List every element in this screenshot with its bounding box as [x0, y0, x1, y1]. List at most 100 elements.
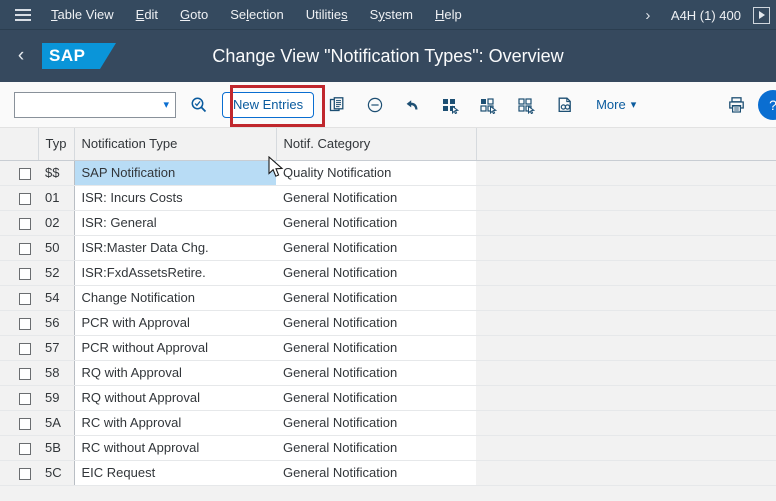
sap-logo[interactable]: SAP	[42, 43, 116, 69]
row-checkbox-cell[interactable]	[12, 360, 38, 386]
row-checkbox[interactable]	[19, 292, 31, 305]
column-header-typ[interactable]: Typ	[38, 128, 75, 161]
select-all-variants-icon[interactable]	[436, 90, 466, 120]
row-checkbox[interactable]	[19, 417, 31, 430]
table-row[interactable]: 59 RQ without Approval General Notificatio…	[0, 385, 776, 411]
row-checkbox-cell[interactable]	[12, 160, 38, 186]
cell-notification-type[interactable]: RQ without Approval	[74, 385, 276, 411]
cell-notification-type[interactable]: EIC Request	[74, 460, 276, 486]
cell-notification-type[interactable]: ISR: General	[74, 210, 276, 236]
play-box-icon[interactable]	[753, 6, 770, 24]
cell-notification-type[interactable]: RQ with Approval	[74, 360, 276, 386]
chevron-right-icon[interactable]: ›	[637, 7, 659, 24]
row-checkbox-cell[interactable]	[12, 335, 38, 361]
menu-item-edit[interactable]: Edit	[125, 0, 169, 30]
cell-typ[interactable]: 5B	[38, 435, 75, 461]
cell-typ[interactable]: 01	[38, 185, 75, 211]
header-select-all[interactable]	[12, 128, 39, 161]
select-some-variants-icon[interactable]	[474, 90, 504, 120]
row-checkbox[interactable]	[19, 267, 31, 280]
help-circle-icon[interactable]: ?	[758, 90, 776, 120]
cell-typ[interactable]: 56	[38, 310, 75, 336]
more-button[interactable]: More ▾	[588, 90, 644, 120]
hamburger-icon[interactable]	[6, 0, 40, 30]
cell-notification-type[interactable]: RC without Approval	[74, 435, 276, 461]
cell-notif-category[interactable]: General Notification	[276, 410, 476, 436]
cell-typ[interactable]: 02	[38, 210, 75, 236]
table-row[interactable]: 5C EIC Request General Notification	[0, 460, 776, 486]
cell-notification-type[interactable]: RC with Approval	[74, 410, 276, 436]
row-checkbox-cell[interactable]	[12, 460, 38, 486]
cell-notification-type[interactable]: ISR: Incurs Costs	[74, 185, 276, 211]
undo-icon[interactable]	[398, 90, 428, 120]
cell-notif-category[interactable]: General Notification	[276, 260, 476, 286]
table-row[interactable]: 52 ISR:FxdAssetsRetire. General Notificati…	[0, 260, 776, 286]
table-row[interactable]: $$ SAP Notification Quality Notification	[0, 160, 776, 186]
row-checkbox[interactable]	[19, 467, 31, 480]
minus-circle-icon[interactable]	[360, 90, 390, 120]
row-checkbox-cell[interactable]	[12, 410, 38, 436]
cell-notification-type[interactable]: SAP Notification	[74, 160, 276, 186]
menu-item-system[interactable]: System	[359, 0, 424, 30]
table-row[interactable]: 02 ISR: General General Notification	[0, 210, 776, 236]
menu-item-goto[interactable]: Goto	[169, 0, 219, 30]
deselect-variants-icon[interactable]	[512, 90, 542, 120]
cell-notif-category[interactable]: General Notification	[276, 335, 476, 361]
cell-typ[interactable]: 59	[38, 385, 75, 411]
cell-notif-category[interactable]: General Notification	[276, 310, 476, 336]
cell-typ[interactable]: $$	[38, 160, 75, 186]
menu-item-utilities[interactable]: Utilities	[295, 0, 359, 30]
row-checkbox[interactable]	[19, 192, 31, 205]
new-entries-button[interactable]: New Entries	[222, 91, 315, 118]
cell-typ[interactable]: 50	[38, 235, 75, 261]
row-checkbox-cell[interactable]	[12, 435, 38, 461]
cell-notification-type[interactable]: ISR:FxdAssetsRetire.	[74, 260, 276, 286]
document-preview-icon[interactable]	[550, 90, 580, 120]
table-row[interactable]: 58 RQ with Approval General Notification	[0, 360, 776, 386]
back-chevron-icon[interactable]: ‹	[0, 30, 42, 82]
cell-typ[interactable]: 58	[38, 360, 75, 386]
row-checkbox-cell[interactable]	[12, 210, 38, 236]
row-checkbox-cell[interactable]	[12, 385, 38, 411]
table-row[interactable]: 5A RC with Approval General Notification	[0, 410, 776, 436]
cell-notif-category[interactable]: General Notification	[276, 460, 476, 486]
row-checkbox[interactable]	[19, 442, 31, 455]
search-check-icon[interactable]	[184, 90, 214, 120]
table-row[interactable]: 01 ISR: Incurs Costs General Notification	[0, 185, 776, 211]
cell-notif-category[interactable]: General Notification	[276, 385, 476, 411]
row-checkbox-cell[interactable]	[12, 260, 38, 286]
table-row[interactable]: 5B RC without Approval General Notificatio…	[0, 435, 776, 461]
row-checkbox-cell[interactable]	[12, 285, 38, 311]
row-checkbox[interactable]	[19, 367, 31, 380]
cell-notification-type[interactable]: ISR:Master Data Chg.	[74, 235, 276, 261]
cell-notif-category[interactable]: General Notification	[276, 185, 476, 211]
cell-notif-category[interactable]: General Notification	[276, 210, 476, 236]
row-checkbox-cell[interactable]	[12, 235, 38, 261]
chevron-down-icon[interactable]: ▾	[163, 98, 169, 111]
row-checkbox-cell[interactable]	[12, 310, 38, 336]
cell-notif-category[interactable]: Quality Notification	[276, 160, 476, 186]
cell-notification-type[interactable]: PCR without Approval	[74, 335, 276, 361]
row-checkbox-cell[interactable]	[12, 185, 38, 211]
cell-typ[interactable]: 52	[38, 260, 75, 286]
cell-typ[interactable]: 54	[38, 285, 75, 311]
cell-notif-category[interactable]: General Notification	[276, 235, 476, 261]
menu-item-help[interactable]: Help	[424, 0, 473, 30]
notification-types-table-container[interactable]: Typ Notification Type Notif. Category $$…	[0, 128, 776, 501]
table-row[interactable]: 57 PCR without Approval General Notificati…	[0, 335, 776, 361]
row-checkbox[interactable]	[19, 167, 31, 180]
print-icon[interactable]	[722, 90, 752, 120]
cell-notification-type[interactable]: Change Notification	[74, 285, 276, 311]
column-header-notification-type[interactable]: Notification Type	[74, 128, 277, 161]
table-row[interactable]: 50 ISR:Master Data Chg. General Notificati…	[0, 235, 776, 261]
cell-typ[interactable]: 57	[38, 335, 75, 361]
cell-typ[interactable]: 5A	[38, 410, 75, 436]
table-row[interactable]: 56 PCR with Approval General Notification	[0, 310, 776, 336]
row-checkbox[interactable]	[19, 392, 31, 405]
row-checkbox[interactable]	[19, 342, 31, 355]
row-checkbox[interactable]	[19, 317, 31, 330]
copy-document-icon[interactable]	[322, 90, 352, 120]
row-checkbox[interactable]	[19, 217, 31, 230]
column-header-notif-category[interactable]: Notif. Category	[276, 128, 477, 161]
menu-item-table-view[interactable]: Table View	[40, 0, 125, 30]
